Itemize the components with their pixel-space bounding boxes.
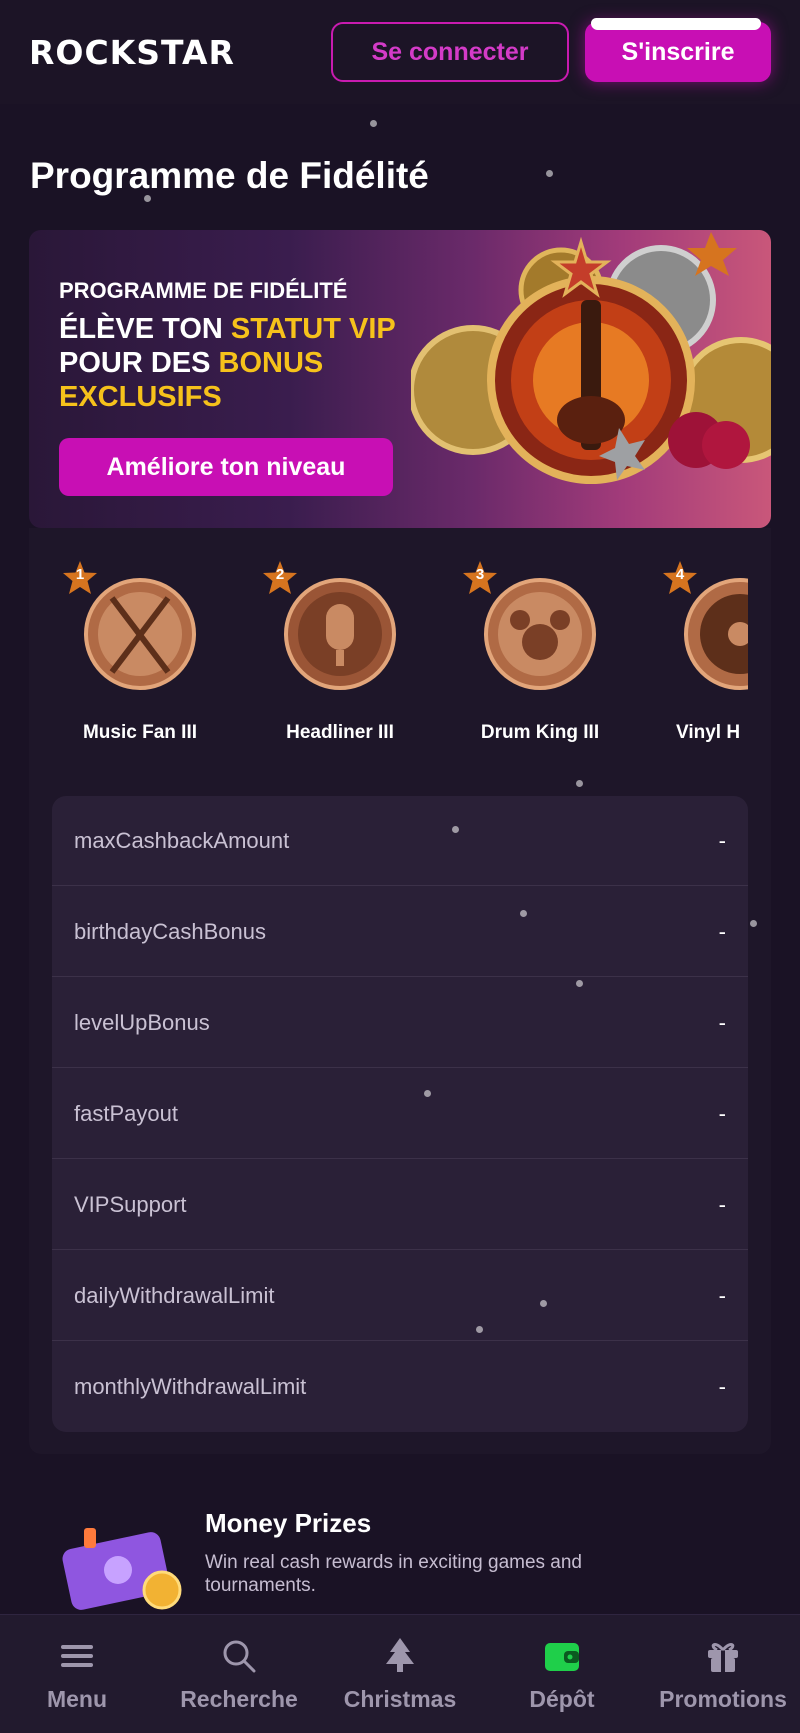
- benefits-table: maxCashbackAmount - birthdayCashBonus - …: [52, 796, 748, 1432]
- table-row: VIPSupport -: [52, 1160, 748, 1250]
- nav-label: Promotions: [659, 1686, 787, 1712]
- level-name: Vinyl H: [676, 722, 741, 743]
- snow-dot: [370, 120, 377, 127]
- promo-description: Win real cash rewards in exciting games …: [205, 1552, 583, 1596]
- login-button-label: Se connecter: [371, 37, 529, 66]
- promo-title: Money Prizes: [205, 1508, 372, 1538]
- hamburger-icon: [61, 1645, 93, 1667]
- snow-dot: [540, 1300, 547, 1307]
- banner-headline: ÉLÈVE TON STATUT VIP POUR DES BONUS EXCL…: [59, 312, 459, 414]
- crossed-drumsticks-coin-icon: [84, 578, 196, 690]
- benefit-value: -: [718, 1191, 726, 1217]
- coins-art-icon: [411, 232, 771, 484]
- benefit-key: dailyWithdrawalLimit: [74, 1282, 275, 1308]
- login-button[interactable]: Se connecter: [331, 22, 569, 82]
- christmas-tree-icon: [386, 1638, 414, 1672]
- headline-accent-2: BONUS: [218, 347, 324, 379]
- signup-button-label: S'inscrire: [621, 37, 735, 66]
- table-row: dailyWithdrawalLimit -: [52, 1251, 748, 1341]
- level-name: Music Fan III: [82, 722, 198, 743]
- level-card[interactable]: 3 Drum King III: [452, 560, 652, 760]
- snow-cap-decoration: [591, 18, 761, 30]
- snow-dot: [576, 780, 583, 787]
- table-row: fastPayout -: [52, 1069, 748, 1159]
- microphone-coin-icon: [284, 578, 396, 690]
- snow-dot: [546, 170, 553, 177]
- vinyl-coin-icon: [684, 578, 748, 690]
- benefit-value: -: [718, 1009, 726, 1035]
- snow-dot: [452, 826, 459, 833]
- benefit-key: monthlyWithdrawalLimit: [74, 1374, 307, 1399]
- top-bar: ROCKSTAR Se connecter S'inscrire: [0, 0, 800, 104]
- loyalty-banner: PROGRAMME DE FIDÉLITÉ ÉLÈVE TON STATUT V…: [29, 230, 771, 528]
- wallet-icon: [545, 1643, 579, 1671]
- nav-label: Christmas: [343, 1686, 457, 1712]
- benefit-value: -: [718, 918, 726, 944]
- logo-text: ROCKSTAR: [29, 32, 235, 72]
- benefit-value: -: [718, 1374, 726, 1399]
- snow-dot: [476, 1326, 483, 1333]
- nav-menu[interactable]: Menu: [2, 1615, 152, 1733]
- level-card[interactable]: 1 Music Fan III: [52, 560, 252, 760]
- table-row: birthdayCashBonus -: [52, 887, 748, 977]
- gift-icon: [708, 1643, 738, 1672]
- rockstar-logo[interactable]: ROCKSTAR: [29, 33, 235, 72]
- benefit-value: -: [718, 1282, 726, 1308]
- snow-dot: [750, 920, 757, 927]
- snow-dot: [520, 910, 527, 917]
- level-name: Drum King III: [480, 722, 600, 743]
- table-row: monthlyWithdrawalLimit -: [52, 1342, 748, 1432]
- upgrade-level-label: Améliore ton niveau: [106, 452, 346, 481]
- search-icon: [223, 1640, 256, 1673]
- table-row: levelUpBonus -: [52, 978, 748, 1068]
- banner-kicker: PROGRAMME DE FIDÉLITÉ: [59, 278, 348, 303]
- benefit-value: -: [718, 1100, 726, 1126]
- level-name: Headliner III: [286, 722, 394, 743]
- benefit-key: birthdayCashBonus: [74, 918, 267, 944]
- benefit-value: -: [718, 827, 726, 853]
- drum-kit-coin-icon: [484, 578, 596, 690]
- nav-label: Dépôt: [529, 1686, 595, 1712]
- snow-dot: [576, 980, 583, 987]
- bottom-navigation: Menu Recherche Christmas Dépôt Promotion…: [0, 1614, 800, 1733]
- nav-label: Recherche: [180, 1686, 298, 1712]
- nav-christmas[interactable]: Christmas: [325, 1615, 475, 1733]
- headline-line-2: POUR DES: [59, 347, 219, 379]
- page-title: Programme de Fidélité: [30, 155, 429, 196]
- benefit-key: fastPayout: [74, 1100, 178, 1126]
- snow-dot: [424, 1090, 431, 1097]
- signup-button[interactable]: S'inscrire: [585, 18, 771, 82]
- table-row: maxCashbackAmount -: [52, 796, 748, 886]
- nav-label: Menu: [46, 1686, 108, 1712]
- snow-dot: [144, 195, 151, 202]
- headline-line-1: ÉLÈVE TON: [59, 313, 231, 345]
- benefit-key: levelUpBonus: [74, 1009, 210, 1035]
- nav-deposit[interactable]: Dépôt: [487, 1615, 637, 1733]
- level-card[interactable]: 2 Headliner III: [252, 560, 452, 760]
- headline-accent-3: EXCLUSIFS: [59, 381, 222, 413]
- benefit-key: maxCashbackAmount: [74, 827, 290, 853]
- upgrade-level-button[interactable]: Améliore ton niveau: [59, 438, 393, 496]
- level-card[interactable]: 4 Vinyl H: [652, 560, 748, 760]
- benefit-key: VIPSupport: [74, 1191, 187, 1217]
- headline-accent-1: STATUT VIP: [230, 313, 396, 345]
- level-carousel[interactable]: 1 Music Fan III 2 Headliner III 3 Drum K…: [52, 560, 748, 760]
- nav-promotions[interactable]: Promotions: [648, 1615, 798, 1733]
- nav-search[interactable]: Recherche: [164, 1615, 314, 1733]
